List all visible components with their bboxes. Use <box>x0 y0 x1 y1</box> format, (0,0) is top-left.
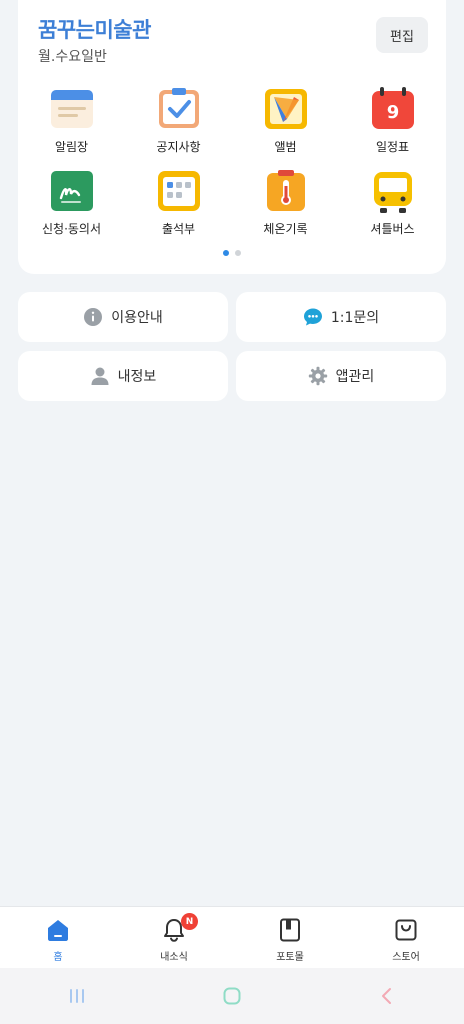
menu-item-schedule[interactable]: 9 일정표 <box>339 84 446 166</box>
tab-label: 포토몰 <box>276 952 304 963</box>
menu-item-consent-form[interactable]: 신청·동의서 <box>18 166 125 248</box>
menu-label: 일정표 <box>375 140 410 154</box>
menu-item-attendance[interactable]: 출석부 <box>125 166 232 248</box>
book-icon <box>280 918 300 942</box>
inquiry-button-label: 1:1문의 <box>330 310 380 326</box>
signature-icon <box>50 171 93 211</box>
menu-item-album[interactable]: 앨범 <box>232 84 339 166</box>
menu-label: 신청·동의서 <box>41 222 101 236</box>
bottom-tab-bar: 홈 N 내소식 포토몰 스토어 <box>0 906 464 968</box>
bus-icon <box>373 172 412 213</box>
system-nav-bar <box>0 968 464 1024</box>
menu-item-temperature-log[interactable]: 체온기록 <box>232 166 339 248</box>
menu-item-notice-board[interactable]: 알림장 <box>18 84 125 166</box>
menu-label: 앨범 <box>274 140 297 154</box>
notification-badge: N <box>181 913 198 930</box>
tab-label: 내소식 <box>160 952 188 963</box>
menu-item-announcements[interactable]: 공지사항 <box>125 84 232 166</box>
person-icon <box>91 367 109 385</box>
info-icon <box>84 308 103 326</box>
app-manage-button[interactable]: 앱관리 <box>236 351 446 401</box>
gear-icon <box>308 366 327 386</box>
info-button-label: 이용안내 <box>111 310 163 326</box>
attendance-icon <box>157 171 200 211</box>
album-icon <box>264 89 307 129</box>
shopping-bag-icon <box>395 919 417 941</box>
tab-home[interactable]: 홈 <box>0 907 116 968</box>
home-nav-icon[interactable] <box>221 985 243 1007</box>
checklist-icon <box>158 88 199 128</box>
inquiry-button[interactable]: 1:1문의 <box>236 292 446 342</box>
menu-label: 셔틀버스 <box>370 222 415 236</box>
back-icon[interactable] <box>376 985 398 1007</box>
calendar-icon: 9 <box>371 87 414 129</box>
tab-store[interactable]: 스토어 <box>348 907 464 968</box>
calendar-day: 9 <box>386 102 399 123</box>
menu-label: 체온기록 <box>263 222 308 236</box>
notice-board-icon <box>50 90 93 128</box>
class-card: 꿈꾸는미술관 월.수요일반 편집 알림장 공지사항 앨범 9 일정표 신청·동의… <box>18 0 446 274</box>
page-dot-1[interactable] <box>223 250 229 256</box>
edit-button[interactable]: 편집 <box>376 17 428 53</box>
page-indicator <box>18 250 446 256</box>
tab-photo-mall[interactable]: 포토몰 <box>232 907 348 968</box>
chat-bubble-icon <box>303 308 322 326</box>
menu-label: 출석부 <box>161 222 196 236</box>
class-subtitle: 월.수요일반 <box>38 49 107 65</box>
recent-apps-icon[interactable] <box>66 985 88 1007</box>
tab-news[interactable]: N 내소식 <box>116 907 232 968</box>
home-icon <box>48 920 68 941</box>
page-dot-2[interactable] <box>235 250 241 256</box>
tab-label: 스토어 <box>392 952 420 963</box>
menu-label: 공지사항 <box>156 140 201 154</box>
page-title: 꿈꾸는미술관 <box>38 18 151 42</box>
my-info-button-label: 내정보 <box>117 369 157 385</box>
menu-item-shuttle-bus[interactable]: 셔틀버스 <box>339 166 446 248</box>
app-manage-button-label: 앱관리 <box>335 369 375 385</box>
thermometer-icon <box>266 170 305 211</box>
menu-label: 알림장 <box>54 140 89 154</box>
my-info-button[interactable]: 내정보 <box>18 351 228 401</box>
info-button[interactable]: 이용안내 <box>18 292 228 342</box>
tab-label: 홈 <box>53 952 63 963</box>
menu-grid: 알림장 공지사항 앨범 9 일정표 신청·동의서 출석부 체온기록 셔틀버스 <box>18 84 446 248</box>
